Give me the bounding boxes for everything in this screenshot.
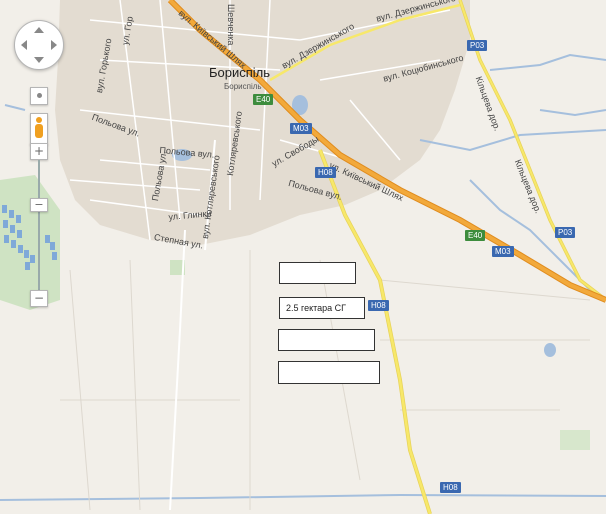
zoom-in-button[interactable]: + <box>30 143 48 160</box>
route-shield-e40: E40 <box>253 94 274 105</box>
route-shield-p03: P03 <box>555 227 576 238</box>
pan-up-icon[interactable] <box>34 27 44 33</box>
route-shield-p03: P03 <box>467 40 488 51</box>
zoom-out-button[interactable]: − <box>30 290 48 307</box>
street-label: Шевченка <box>226 4 236 46</box>
street-view-pegman[interactable] <box>30 113 48 145</box>
pegman-body-icon <box>35 124 43 138</box>
map-canvas[interactable]: Бориспіль Бориспіль вул. Київський Шлях … <box>0 0 606 514</box>
route-shield-h08: H08 <box>440 482 461 493</box>
route-shield-h08: H08 <box>315 167 336 178</box>
annotation-box-2[interactable]: 2.5 гектара СГ <box>279 297 365 319</box>
route-shield-h08: H08 <box>368 300 389 311</box>
pan-down-icon[interactable] <box>34 57 44 63</box>
zoom-slider-track[interactable] <box>38 160 40 298</box>
annotation-box-3[interactable] <box>278 329 375 351</box>
route-shield-m03: M03 <box>492 246 514 257</box>
pan-right-icon[interactable] <box>51 40 57 50</box>
route-shield-m03: M03 <box>290 123 312 134</box>
pan-left-icon[interactable] <box>21 40 27 50</box>
annotation-box-1[interactable] <box>279 262 356 284</box>
annotation-box-4[interactable] <box>278 361 380 384</box>
pan-control[interactable] <box>14 20 64 70</box>
route-shield-e40: E40 <box>465 230 486 241</box>
pegman-head-icon <box>36 117 42 123</box>
city-label-local: Бориспіль <box>224 82 262 91</box>
location-dot-icon <box>36 93 42 98</box>
location-button[interactable] <box>30 87 48 105</box>
zoom-slider-handle[interactable]: − <box>30 198 48 212</box>
map-base-layer <box>0 0 606 514</box>
